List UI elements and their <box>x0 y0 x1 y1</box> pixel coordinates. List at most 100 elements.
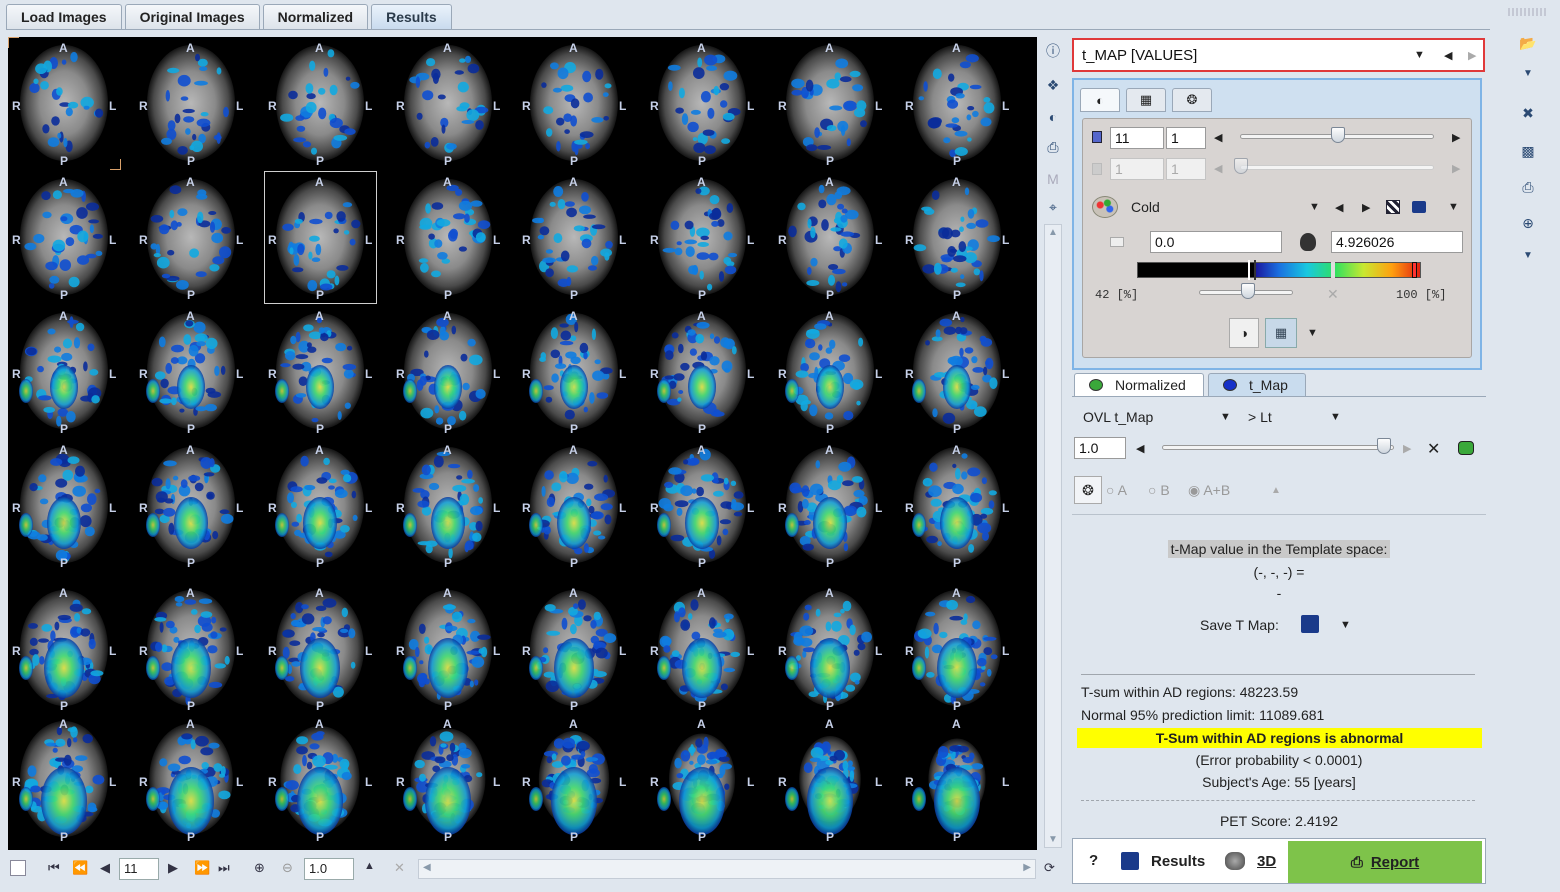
select-checkbox[interactable] <box>10 860 26 876</box>
reset-pct-icon[interactable]: ✕ <box>1327 286 1339 303</box>
brain-slice[interactable]: A P R L <box>518 582 631 715</box>
tab-lut-fusion[interactable]: ❂ <box>1172 88 1212 112</box>
brain-slice[interactable]: A P R L <box>8 37 121 170</box>
brain-slice[interactable]: A P R L <box>264 439 377 572</box>
collapse-icon[interactable]: ▲ <box>1271 485 1281 496</box>
brain-slice[interactable]: A P R L <box>8 582 121 715</box>
close-x-icon[interactable]: ✖ <box>1516 102 1540 124</box>
tab-results[interactable]: Results <box>371 4 452 29</box>
slice-right-icon[interactable]: ▶ <box>1452 131 1460 144</box>
first-slice-icon[interactable]: ⏮ <box>48 860 60 876</box>
folder-dropdown-icon[interactable]: ▼ <box>1516 62 1540 84</box>
overlay-mode[interactable]: > Lt <box>1248 409 1272 425</box>
brain-slice[interactable]: A P R L <box>264 37 377 170</box>
brain-slice[interactable]: A P R L <box>392 37 505 170</box>
brain-slice[interactable]: A P R L <box>646 582 759 715</box>
brain-slice[interactable]: A P R L <box>264 305 377 438</box>
frame-left-icon[interactable]: ◀ <box>1214 162 1222 175</box>
colormap-prev-icon[interactable]: ◀ <box>1335 201 1343 214</box>
slice-number-input[interactable]: 11 <box>119 858 159 880</box>
contrast-icon[interactable]: ◐ <box>1042 106 1064 128</box>
overlay-name-dropdown-icon[interactable]: ▼ <box>1220 411 1231 423</box>
brain-slice[interactable]: A P R L <box>264 582 377 715</box>
blend-button[interactable]: ◑ <box>1229 318 1259 348</box>
slice-slider-thumb[interactable] <box>1331 127 1345 143</box>
scroll-right-icon[interactable]: ▶ <box>1023 862 1031 873</box>
threshold-left-icon[interactable]: ◀ <box>1136 442 1144 455</box>
tab-lut-layout[interactable]: ▦ <box>1126 88 1166 112</box>
tab-normalized[interactable]: Normalized <box>262 4 369 29</box>
refresh-icon[interactable]: ⟳ <box>1044 860 1055 876</box>
zoom-stepper-icon[interactable]: ▲ <box>364 860 375 872</box>
brain-slice[interactable]: A P R L <box>518 305 631 438</box>
auto-range-icon[interactable] <box>1300 233 1316 251</box>
three-d-button[interactable]: 3D <box>1257 853 1276 870</box>
brain-slice[interactable]: A P R L <box>135 582 248 715</box>
close-zoom-icon[interactable]: ✕ <box>394 860 405 876</box>
overlay-color-icon[interactable] <box>1458 441 1474 455</box>
map-selector[interactable]: t_MAP [VALUES] ▼ ◀ ▶ <box>1072 38 1485 72</box>
fast-forward-icon[interactable]: ⏩ <box>194 860 210 876</box>
save-dropdown-icon[interactable]: ▼ <box>1340 619 1351 631</box>
tab-load-images[interactable]: Load Images <box>6 4 122 29</box>
brain-slice[interactable]: A P R L <box>392 713 505 846</box>
brain-slice[interactable]: A P R L <box>901 37 1014 170</box>
brain-slice[interactable]: A P R L <box>774 713 887 846</box>
brain-slice[interactable]: A P R L <box>901 305 1014 438</box>
min-value-field[interactable]: 0.0 <box>1150 231 1282 253</box>
zoom-out-icon[interactable]: ⊖ <box>282 860 293 876</box>
brain-slice[interactable]: A P R L <box>8 713 121 846</box>
print-icon[interactable]: ⎙ <box>1042 136 1064 158</box>
colorbar-icon[interactable] <box>1412 201 1426 213</box>
prev-slice-icon[interactable]: ◀ <box>100 860 110 876</box>
palette-icon[interactable] <box>1092 196 1118 218</box>
fusion-toggle-button[interactable]: ❂ <box>1074 476 1102 504</box>
info-icon[interactable]: ⓘ <box>1042 40 1064 62</box>
overlay-mode-dropdown-icon[interactable]: ▼ <box>1330 411 1341 423</box>
brain-slice[interactable]: A P R L <box>392 171 505 304</box>
brain-slice[interactable]: A P R L <box>774 439 887 572</box>
more-dropdown-icon[interactable]: ▼ <box>1516 244 1540 266</box>
colorbar-low-marker[interactable] <box>1248 260 1256 280</box>
report-button[interactable]: ⎙ Report <box>1288 841 1482 883</box>
slice-b-field[interactable]: 1 <box>1166 127 1206 149</box>
brain-slice[interactable]: A P R L <box>646 37 759 170</box>
orientation-icon[interactable]: ❖ <box>1042 74 1064 96</box>
colormap-dropdown-icon[interactable]: ▼ <box>1309 201 1320 213</box>
threshold-field[interactable]: 1.0 <box>1074 437 1126 459</box>
brain-slice[interactable]: A P R L <box>135 171 248 304</box>
frame-slider[interactable] <box>1240 165 1434 170</box>
brain-slice[interactable]: A P R L <box>264 171 377 304</box>
frame-b-field[interactable]: 1 <box>1166 158 1206 180</box>
slice-a-field[interactable]: 11 <box>1110 127 1164 149</box>
brain-slice[interactable]: A P R L <box>8 171 121 304</box>
threshold-right-icon[interactable]: ▶ <box>1403 442 1411 455</box>
grid-mode-button[interactable]: ▦ <box>1265 318 1297 348</box>
brain-slice[interactable]: A P R L <box>774 305 887 438</box>
threshold-slider[interactable] <box>1162 445 1394 450</box>
brain-slice[interactable]: A P R L <box>901 171 1014 304</box>
slice-left-icon[interactable]: ◀ <box>1214 131 1222 144</box>
slice-viewer[interactable]: APRLAPRLAPRLAPRLAPRLAPRLAPRLAPRLAPRLAPRL… <box>8 37 1037 850</box>
colormap-next-icon[interactable]: ▶ <box>1362 201 1370 214</box>
brain-slice[interactable]: A P R L <box>774 582 887 715</box>
brain-slice[interactable]: A P R L <box>518 713 631 846</box>
map-dropdown-icon[interactable]: ▼ <box>1414 49 1425 61</box>
pct-slider-thumb[interactable] <box>1241 283 1255 299</box>
radio-b[interactable]: ○ B <box>1148 482 1170 498</box>
brain-slice[interactable]: A P R L <box>901 713 1014 846</box>
brain-slice[interactable]: A P R L <box>646 439 759 572</box>
overlay-name[interactable]: OVL t_Map <box>1083 409 1153 425</box>
frame-a-field[interactable]: 1 <box>1110 158 1164 180</box>
brain-slice[interactable]: A P R L <box>392 582 505 715</box>
results-button[interactable]: Results <box>1151 853 1205 870</box>
help-button[interactable]: ? <box>1089 852 1098 869</box>
brain-slice[interactable]: A P R L <box>518 37 631 170</box>
brain-slice[interactable]: A P R L <box>646 305 759 438</box>
brain-slice[interactable]: A P R L <box>135 713 248 846</box>
horizontal-scrollbar[interactable]: ◀ ▶ <box>418 859 1036 879</box>
brain-slice[interactable]: A P R L <box>135 37 248 170</box>
crosshair-icon[interactable]: ⌖ <box>1042 196 1064 218</box>
zoom-icon[interactable]: ⊕ <box>1516 212 1540 234</box>
tab-lut-contrast[interactable]: ◐ <box>1080 88 1120 112</box>
